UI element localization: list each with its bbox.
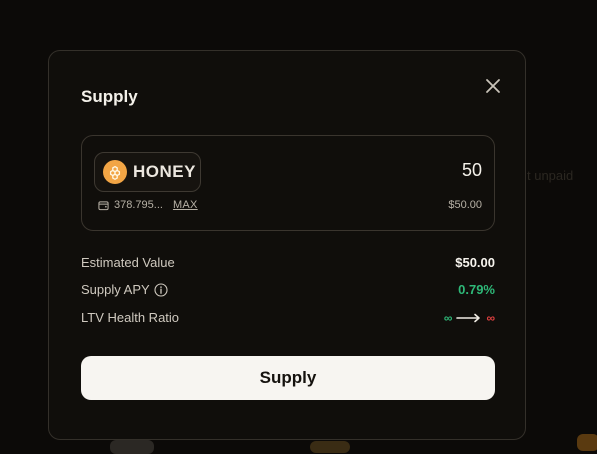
ltv-health-row: LTV Health Ratio ∞ ∞ <box>81 310 495 325</box>
estimated-value-row: Estimated Value $50.00 <box>81 255 495 270</box>
modal-title: Supply <box>81 87 138 106</box>
background-decoration <box>110 440 154 454</box>
info-icon[interactable] <box>154 282 168 297</box>
estimated-value-label: Estimated Value <box>81 255 175 270</box>
supply-modal: Supply HONEY 50 378.795... MAX $50.00 Es… <box>48 50 526 440</box>
close-icon <box>486 79 500 93</box>
honey-token-icon <box>103 160 127 184</box>
amount-usd-value: $50.00 <box>448 199 482 211</box>
background-decoration <box>310 441 350 453</box>
amount-input[interactable] <box>332 160 482 181</box>
wallet-icon <box>98 200 109 210</box>
background-decoration <box>577 434 597 451</box>
token-selector[interactable]: HONEY <box>94 152 201 192</box>
background-text: t unpaid <box>527 168 574 183</box>
ltv-from-value: ∞ <box>443 310 453 325</box>
ltv-health-label: LTV Health Ratio <box>81 310 180 325</box>
max-button[interactable]: MAX <box>173 199 198 211</box>
balance-value: 378.795... <box>114 199 163 211</box>
ltv-health-value: ∞ ∞ <box>444 311 495 325</box>
ltv-to-value: ∞ <box>486 310 495 325</box>
estimated-value: $50.00 <box>455 255 495 270</box>
token-symbol: HONEY <box>133 162 196 181</box>
close-button[interactable] <box>483 76 503 96</box>
supply-submit-button[interactable]: Supply <box>81 356 495 400</box>
amount-input-card: HONEY 378.795... MAX $50.00 <box>81 135 495 231</box>
supply-apy-label: Supply APY <box>81 282 150 297</box>
supply-apy-row: Supply APY 0.79% <box>81 282 495 297</box>
supply-apy-value: 0.79% <box>458 282 495 297</box>
balance-row: 378.795... MAX <box>98 199 198 211</box>
arrow-right-icon <box>456 313 482 323</box>
supply-apy-label-group: Supply APY <box>81 282 168 297</box>
